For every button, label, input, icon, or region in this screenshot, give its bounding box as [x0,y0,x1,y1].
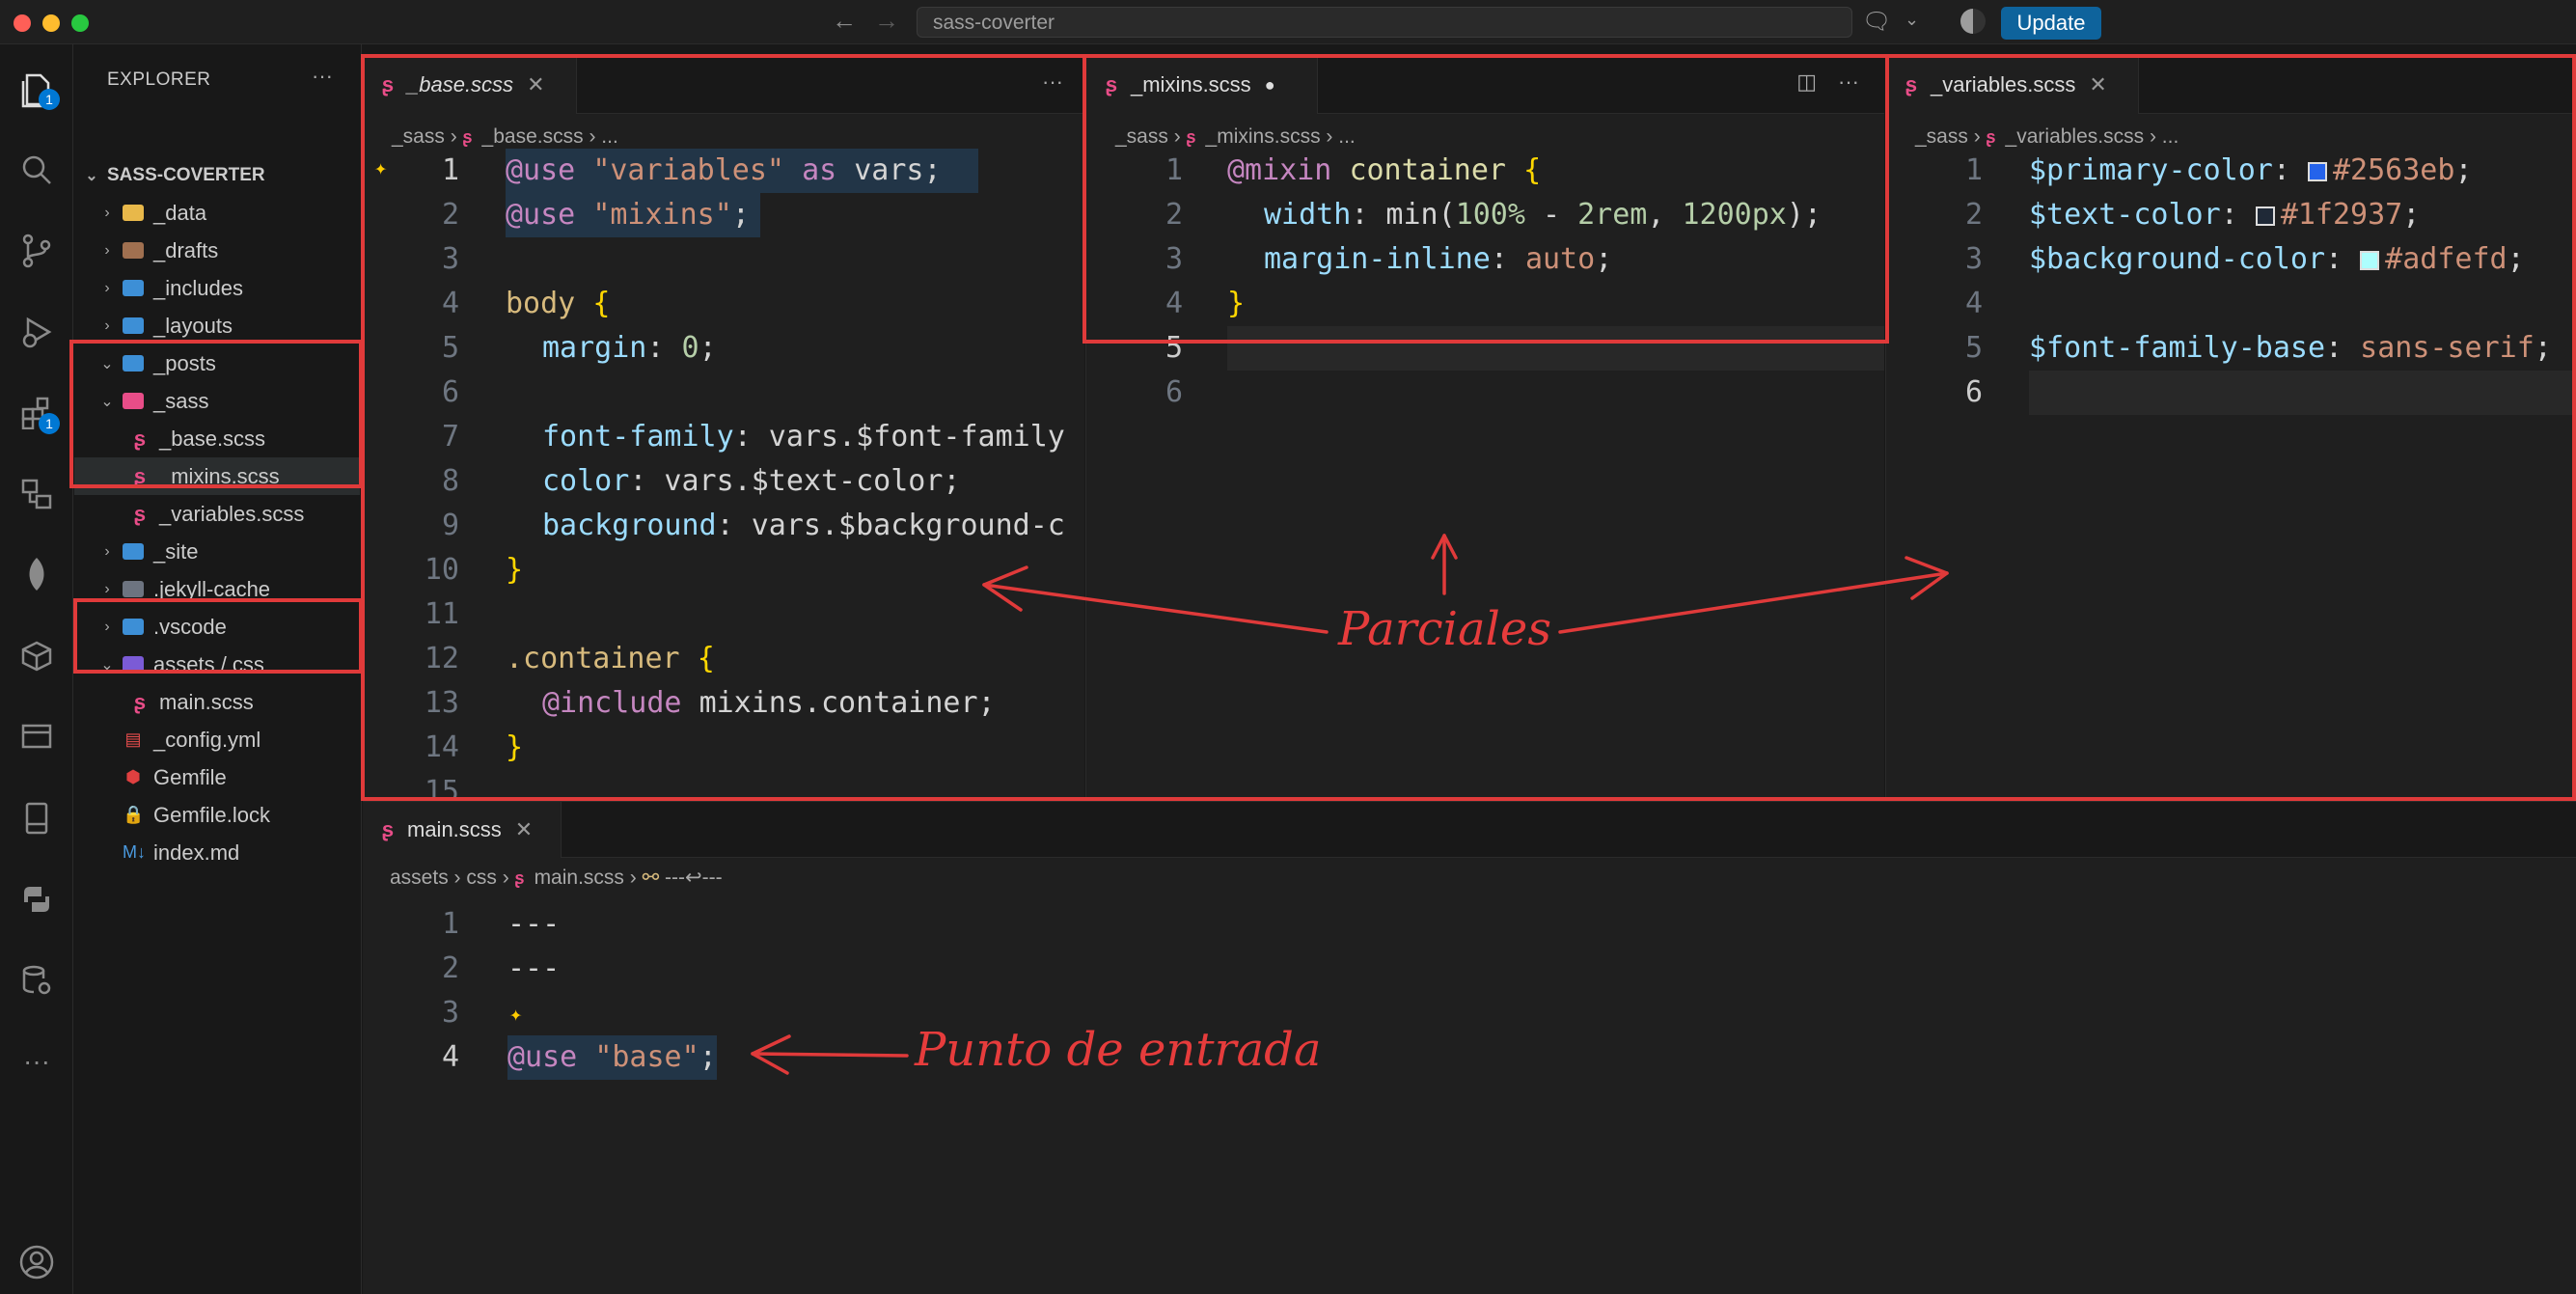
arrow-to-variables [1558,571,1949,634]
annotation-arrows [751,534,1949,1075]
arrow-to-main [751,1052,909,1058]
annotation-entry-point: Punto de entrada [915,1023,1322,1077]
annotation-partials: Parciales [1338,602,1551,656]
arrow-to-base [982,583,1329,634]
